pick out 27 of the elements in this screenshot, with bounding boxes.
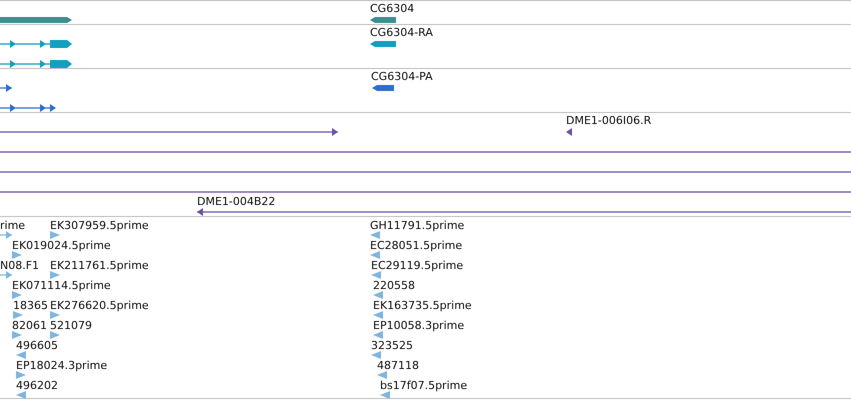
feature-label: 220558 — [373, 279, 415, 292]
feature-label: EC28051.5prime — [370, 239, 462, 252]
feature-label: 521079 — [50, 319, 92, 332]
feature-label: CG6304 — [370, 2, 414, 15]
feature-label: EK163735.5prime — [373, 299, 472, 312]
feature-label: EP18024.3prime — [16, 359, 108, 372]
feature-label: 496605 — [16, 339, 58, 352]
feature-label: 496202 — [16, 379, 58, 392]
feature-label: GH11791.5prime — [370, 219, 464, 232]
feature-label: DME1-004B22 — [197, 195, 276, 208]
feature-label: DME1-006I06.R — [566, 114, 652, 127]
feature-label: EK071114.5prime — [12, 279, 111, 292]
feature-label: 487118 — [377, 359, 419, 372]
feature-label: EK019024.5prime — [12, 239, 111, 252]
feature-label: EC29119.5prime — [371, 259, 464, 272]
feature-label: EK211761.5prime — [50, 259, 149, 272]
feature-label: CG6304-PA — [371, 70, 433, 83]
feature-label: EP10058.3prime — [373, 319, 464, 332]
feature-label: rime — [0, 219, 26, 232]
feature-label: N08.F1 — [0, 259, 40, 272]
feature-label: 18365 — [13, 299, 48, 312]
feature-label: bs17f07.5prime — [380, 379, 468, 392]
feature-label: EK276620.5prime — [50, 299, 149, 312]
feature-label: EK307959.5prime — [50, 219, 149, 232]
feature-label: 82061 — [12, 319, 47, 332]
feature-label: CG6304-RA — [370, 26, 433, 39]
feature-label: 323525 — [371, 339, 413, 352]
